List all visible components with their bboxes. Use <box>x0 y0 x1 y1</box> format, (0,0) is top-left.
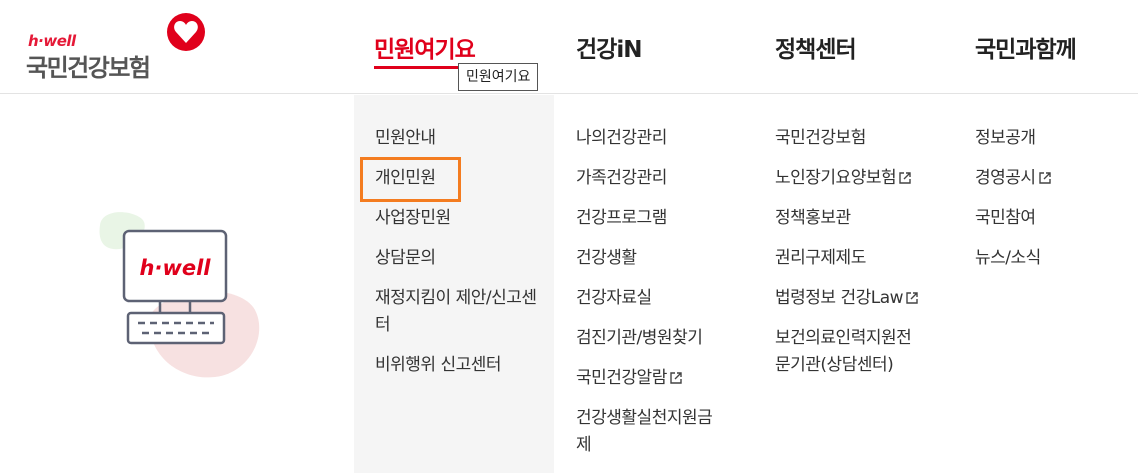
menu-link-label: 노인장기요양보험 <box>775 168 897 188</box>
gnb-item-policy-center[interactable]: 정책센터 <box>775 30 857 64</box>
menu-link-my-health[interactable]: 나의건강관리 <box>576 125 736 152</box>
menu-link-management-disclosure[interactable]: 경영공시 <box>975 165 1125 192</box>
menu-link-consult[interactable]: 상담문의 <box>375 245 540 272</box>
menu-link-news[interactable]: 뉴스/소식 <box>975 245 1125 272</box>
menu-link-long-term-care[interactable]: 노인장기요양보험 <box>775 165 935 192</box>
menu-link-info-disclosure[interactable]: 정보공개 <box>975 125 1125 152</box>
logo-name: 국민건강보험 <box>26 54 151 82</box>
heart-icon <box>167 13 205 51</box>
external-link-icon <box>1038 172 1051 184</box>
submenu-column-civil-service: 민원안내 개인민원 사업장민원 상담문의 재정지킴이 제안/신고센터 비위행위 … <box>375 125 540 392</box>
menu-link-civil-guide[interactable]: 민원안내 <box>375 125 540 152</box>
illustration-screen-text: h·well <box>140 256 212 280</box>
menu-link-health-subsidy[interactable]: 건강생활실천지원금제 <box>576 405 726 459</box>
site-header: h·well 국민건강보험 민원여기요 건강iN 정책센터 국민과함께 <box>0 0 1138 94</box>
menu-link-health-archive[interactable]: 건강자료실 <box>576 285 736 312</box>
menu-link-workplace-civil[interactable]: 사업장민원 <box>375 205 540 232</box>
menu-link-label: 국민건강알람 <box>576 368 667 388</box>
submenu-column-health-in: 나의건강관리 가족건강관리 건강프로그램 건강생활 건강자료실 검진기관/병원찾… <box>576 125 736 472</box>
menu-link-personal-civil[interactable]: 개인민원 <box>375 165 540 192</box>
site-logo[interactable]: h·well 국민건강보험 <box>26 12 216 82</box>
submenu-column-policy-center: 국민건강보험 노인장기요양보험 정책홍보관 권리구제제도 법령정보 건강Law … <box>775 125 935 392</box>
menu-link-misconduct-report[interactable]: 비위행위 신고센터 <box>375 352 540 379</box>
menu-link-participation[interactable]: 국민참여 <box>975 205 1125 232</box>
menu-link-policy-pr[interactable]: 정책홍보관 <box>775 205 935 232</box>
external-link-icon <box>670 372 682 384</box>
menu-link-health-life[interactable]: 건강생활 <box>576 245 736 272</box>
menu-tooltip: 민원여기요 <box>458 63 539 91</box>
gnb-item-civil-service[interactable]: 민원여기요 <box>374 30 476 64</box>
gnb-item-health-in[interactable]: 건강iN <box>576 30 642 64</box>
submenu-column-with-people: 정보공개 경영공시 국민참여 뉴스/소식 <box>975 125 1125 285</box>
menu-link-label: 경영공시 <box>975 168 1036 188</box>
external-link-icon <box>899 172 911 184</box>
gnb-item-with-people[interactable]: 국민과함께 <box>975 30 1077 64</box>
menu-link-health-alarm[interactable]: 국민건강알람 <box>576 365 736 392</box>
menu-link-rights-relief[interactable]: 권리구제제도 <box>775 245 935 272</box>
menu-link-label: 법령정보 건강Law <box>775 288 904 308</box>
menu-link-find-hospital[interactable]: 검진기관/병원찾기 <box>576 325 736 352</box>
menu-link-medical-staff-center[interactable]: 보건의료인력지원전문기관(상담센터) <box>775 325 925 379</box>
menu-link-family-health[interactable]: 가족건강관리 <box>576 165 736 192</box>
menu-link-finance-report[interactable]: 재정지킴이 제안/신고센터 <box>375 285 540 339</box>
menu-link-health-law[interactable]: 법령정보 건강Law <box>775 285 935 312</box>
menu-link-national-insurance[interactable]: 국민건강보험 <box>775 125 935 152</box>
computer-illustration: h·well <box>99 212 260 378</box>
menu-link-health-program[interactable]: 건강프로그램 <box>576 205 736 232</box>
external-link-icon <box>906 292 918 304</box>
